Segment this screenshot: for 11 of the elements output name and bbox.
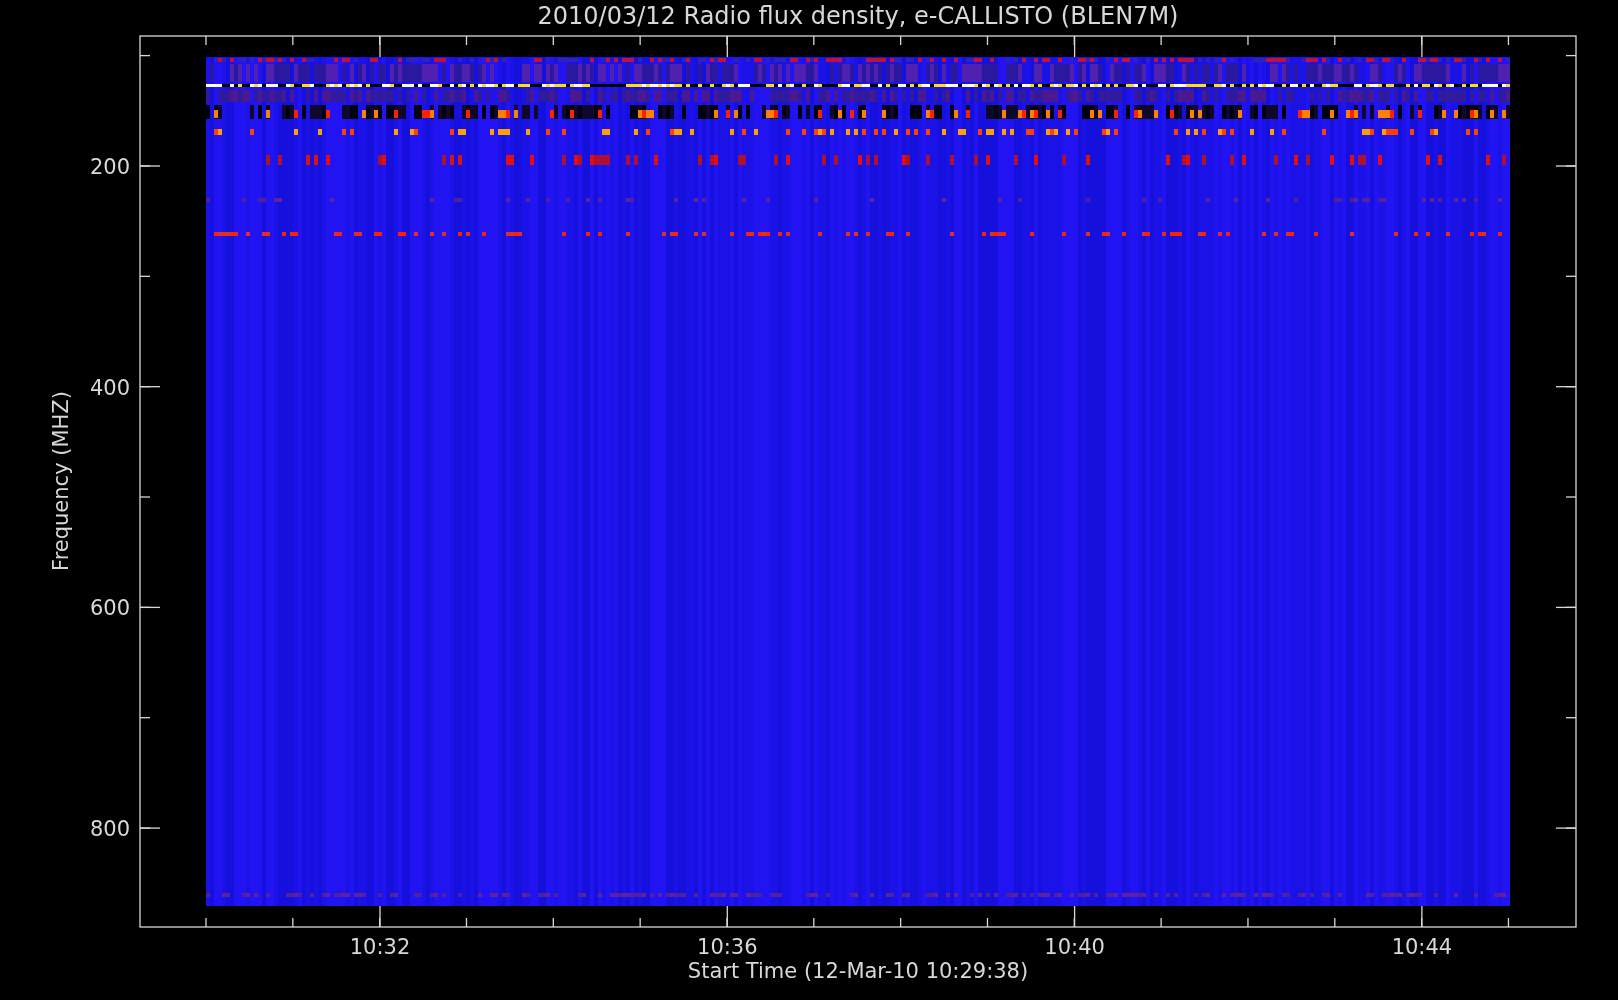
x-tick-label: 10:44 [1391,935,1453,959]
x-axis-label: Start Time (12-Mar-10 10:29:38) [687,959,1029,983]
y-tick-label: 200 [89,155,130,179]
x-tick-label: 10:36 [697,935,758,959]
y-tick-label: 800 [89,817,130,842]
y-axis-label: Frequency (MHZ) [49,391,73,571]
x-tick-label: 10:40 [1044,935,1105,959]
y-tick-label: 600 [89,596,130,621]
chart-title: 2010/03/12 Radio flux density, e-CALLISTO (BLEN7M) [537,2,1179,30]
y-tick-label: 400 [89,375,130,400]
x-tick-label: 10:32 [349,935,411,959]
